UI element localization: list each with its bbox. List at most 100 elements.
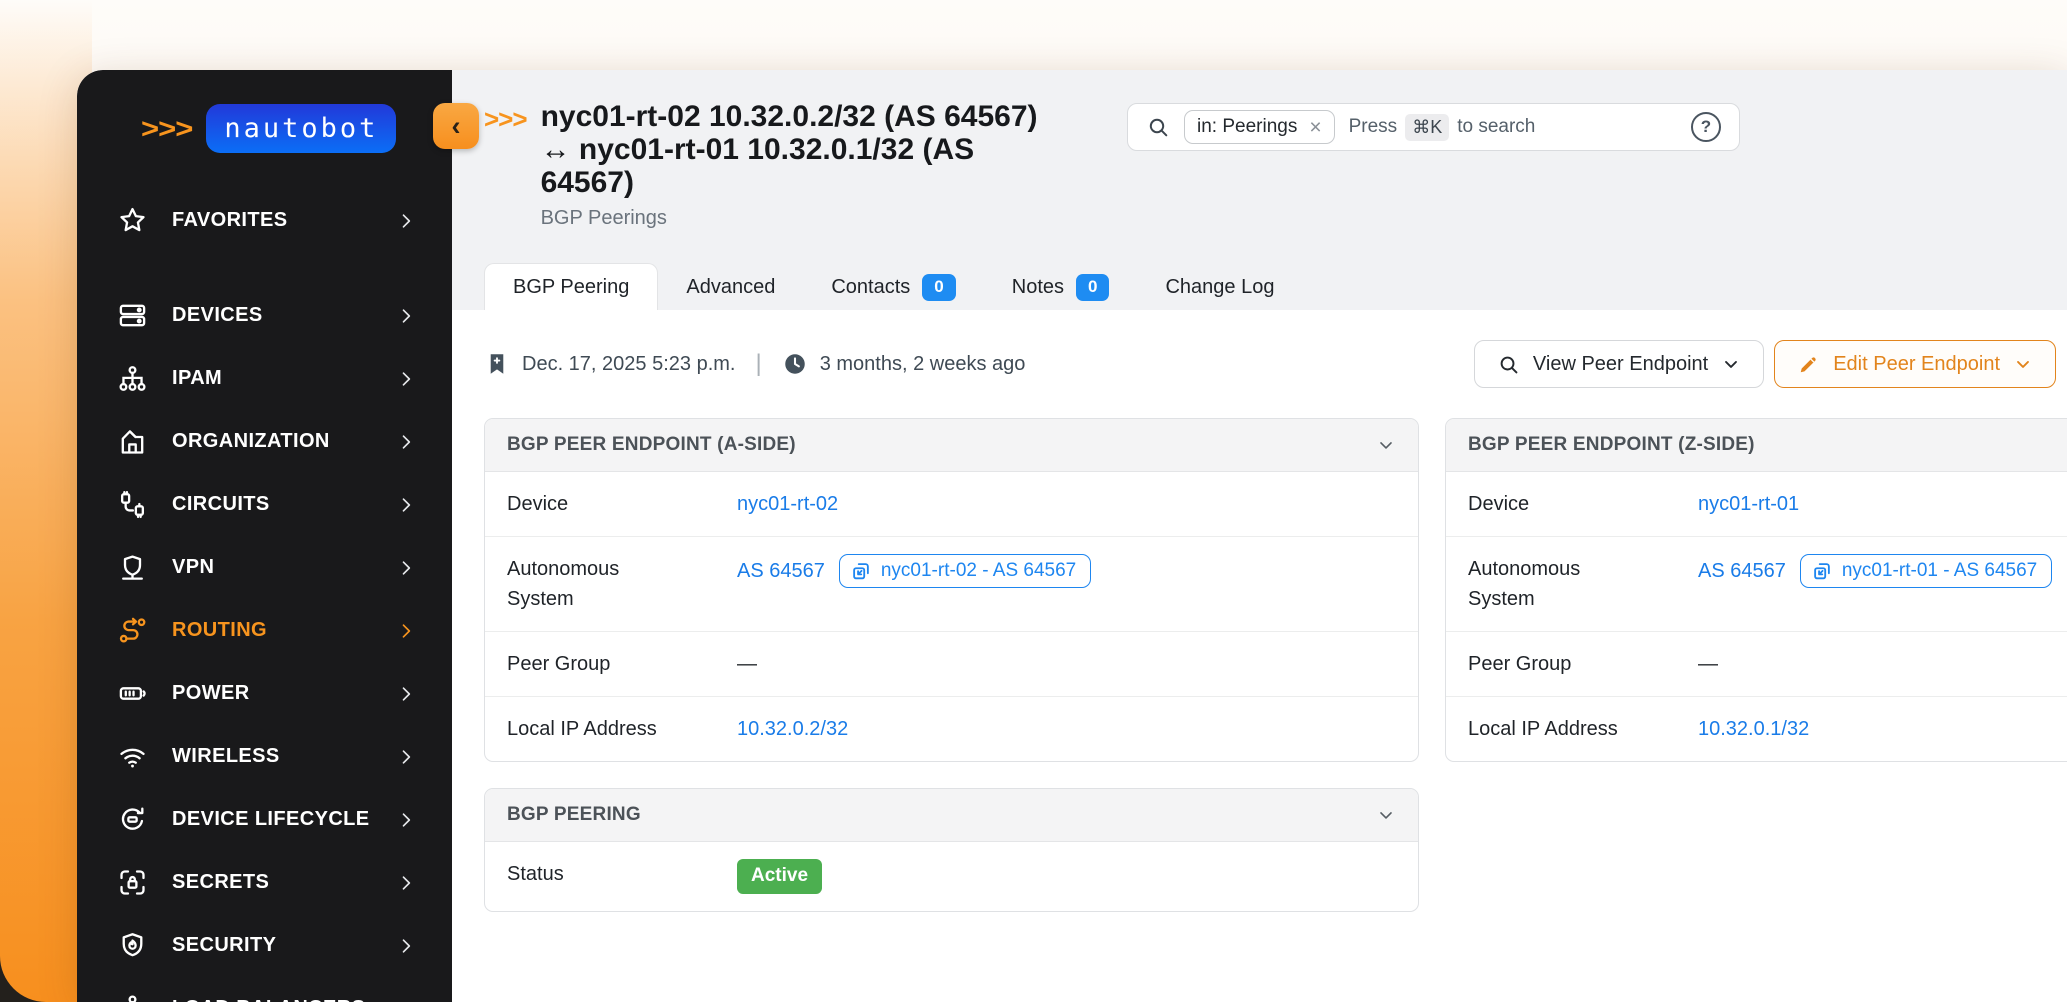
search-filter-chip[interactable]: in: Peerings × (1184, 110, 1335, 144)
table-row: Autonomous System AS 64567 nyc01-rt-01 -… (1446, 536, 2067, 631)
row-label: Autonomous System (1468, 558, 1581, 610)
pencil-icon (1797, 353, 1820, 376)
sidebar-item-secrets[interactable]: SECRETS (77, 851, 452, 914)
load-balancer-icon (117, 993, 148, 1002)
help-icon[interactable]: ? (1691, 112, 1721, 142)
table-row: Peer Group — (1446, 631, 2067, 696)
ip-address-link[interactable]: 10.32.0.2/32 (737, 718, 848, 741)
lifecycle-refresh-icon (117, 804, 148, 835)
row-label: Peer Group (507, 653, 611, 675)
nautobot-logo[interactable]: >>> nautobot (141, 104, 452, 153)
sidebar-item-organization[interactable]: ORGANIZATION (77, 410, 452, 473)
sidebar-item-vpn[interactable]: VPN (77, 536, 452, 599)
chevron-right-icon (396, 747, 416, 767)
chevron-right-icon (396, 432, 416, 452)
hierarchy-icon (117, 363, 148, 394)
edit-button-label: Edit Peer Endpoint (1833, 352, 2000, 375)
search-hint: Press ⌘K to search (1349, 113, 1535, 141)
last-updated: 3 months, 2 weeks ago (819, 352, 1026, 375)
tab-bgp-peering[interactable]: BGP Peering (484, 263, 659, 311)
asn-chip-label: nyc01-rt-02 - AS 64567 (880, 560, 1077, 581)
sidebar-item-devices[interactable]: DEVICES (77, 284, 452, 347)
contacts-count-badge: 0 (922, 274, 956, 301)
sidebar-item-label: ORGANIZATION (172, 430, 330, 452)
star-icon (117, 205, 148, 236)
sidebar-item-label: CIRCUITS (172, 493, 270, 515)
global-search-input[interactable]: in: Peerings × Press ⌘K to search ? (1127, 103, 1740, 151)
empty-value: — (737, 652, 757, 675)
table-row: Local IP Address 10.32.0.1/32 (1446, 696, 2067, 761)
tab-advanced[interactable]: Advanced (658, 264, 803, 311)
asn-chip-label: nyc01-rt-01 - AS 64567 (1841, 560, 2038, 581)
sidebar-item-wireless[interactable]: WIRELESS (77, 725, 452, 788)
sidebar-item-routing[interactable]: ROUTING (77, 599, 452, 662)
asn-chip[interactable]: nyc01-rt-01 - AS 64567 (1799, 554, 2053, 588)
tab-label: Change Log (1165, 276, 1275, 298)
sidebar-item-power[interactable]: POWER (77, 662, 452, 725)
battery-icon (117, 678, 148, 709)
panel-z-side-header[interactable]: BGP PEER ENDPOINT (Z-SIDE) (1446, 419, 2067, 472)
app-window: >>> nautobot FAVORITES DEVICES IPAM ORGA… (77, 70, 2067, 1002)
sidebar-item-label: SECRETS (172, 871, 270, 893)
building-icon (117, 426, 148, 457)
panel-bgp-peering-header[interactable]: BGP PEERING (485, 789, 1418, 842)
tab-bar: BGP Peering Advanced Contacts 0 Notes 0 … (484, 263, 1302, 311)
tab-change-log[interactable]: Change Log (1137, 264, 1302, 311)
panels-grid: BGP PEER ENDPOINT (A-SIDE) Device nyc01-… (484, 418, 2067, 912)
tab-label: Notes (1011, 276, 1064, 298)
edit-peer-endpoint-button[interactable]: Edit Peer Endpoint (1774, 340, 2056, 388)
tab-label: Contacts (831, 276, 911, 298)
panel-a-side-header[interactable]: BGP PEER ENDPOINT (A-SIDE) (485, 419, 1418, 472)
row-label: Device (1468, 493, 1530, 515)
row-label: Local IP Address (1468, 718, 1618, 740)
title-block: >>> nyc01-rt-02 10.32.0.2/32 (AS 64567) … (484, 100, 1051, 230)
asn-link[interactable]: AS 64567 (737, 560, 825, 583)
chevron-right-icon (396, 211, 416, 231)
tab-label: BGP Peering (513, 276, 630, 298)
panel-a-side: BGP PEER ENDPOINT (A-SIDE) Device nyc01-… (484, 418, 1419, 762)
tab-label: Advanced (686, 276, 776, 298)
table-row: Local IP Address 10.32.0.2/32 (485, 696, 1418, 761)
action-buttons: View Peer Endpoint Edit Peer Endpoint (1473, 340, 2056, 388)
table-row: Device nyc01-rt-01 (1446, 472, 2067, 536)
breadcrumb[interactable]: BGP Peerings (541, 207, 1051, 230)
table-row: Device nyc01-rt-02 (485, 472, 1418, 536)
server-stack-icon (117, 300, 148, 331)
sidebar-item-favorites[interactable]: FAVORITES (77, 189, 452, 252)
chevron-right-icon (396, 369, 416, 389)
sidebar-nav: FAVORITES DEVICES IPAM ORGANIZATION CIRC… (77, 189, 452, 1002)
asn-chip[interactable]: nyc01-rt-02 - AS 64567 (838, 554, 1092, 588)
sidebar-item-load-balancers[interactable]: LOAD BALANCERS (77, 977, 452, 1002)
chevron-right-icon (396, 810, 416, 830)
sidebar-item-device-lifecycle[interactable]: DEVICE LIFECYCLE (77, 788, 452, 851)
device-link[interactable]: nyc01-rt-01 (1698, 493, 1799, 516)
view-peer-endpoint-button[interactable]: View Peer Endpoint (1473, 340, 1765, 388)
table-row: Peer Group — (485, 631, 1418, 696)
chevron-down-icon (1376, 805, 1396, 825)
row-label: Peer Group (1468, 653, 1572, 675)
panel-title: BGP PEER ENDPOINT (Z-SIDE) (1468, 434, 1755, 455)
notes-count-badge: 0 (1076, 274, 1110, 301)
panel-z-side: BGP PEER ENDPOINT (Z-SIDE) Device nyc01-… (1445, 418, 2067, 762)
sidebar-item-security[interactable]: SECURITY (77, 914, 452, 977)
chevron-right-icon (396, 621, 416, 641)
tab-contacts[interactable]: Contacts 0 (803, 264, 983, 311)
ip-address-link[interactable]: 10.32.0.1/32 (1698, 718, 1809, 741)
sidebar: >>> nautobot FAVORITES DEVICES IPAM ORGA… (77, 70, 452, 1002)
tab-notes[interactable]: Notes 0 (984, 264, 1138, 311)
device-link[interactable]: nyc01-rt-02 (737, 493, 838, 516)
chip-close-icon[interactable]: × (1309, 117, 1321, 138)
asn-link[interactable]: AS 64567 (1698, 560, 1786, 583)
panel-title: BGP PEERING (507, 804, 641, 825)
sidebar-item-ipam[interactable]: IPAM (77, 347, 452, 410)
sidebar-item-circuits[interactable]: CIRCUITS (77, 473, 452, 536)
right-column: BGP PEER ENDPOINT (Z-SIDE) Device nyc01-… (1445, 418, 2067, 762)
sidebar-item-label: POWER (172, 682, 250, 704)
table-row: Autonomous System AS 64567 nyc01-rt-02 -… (485, 536, 1418, 631)
row-label: Autonomous System (507, 558, 620, 610)
chevron-down-icon (1721, 354, 1741, 374)
sidebar-item-label: WIRELESS (172, 745, 280, 767)
wifi-icon (117, 741, 148, 772)
sidebar-collapse-button[interactable]: ‹ (433, 103, 479, 149)
shield-network-icon (117, 552, 148, 583)
